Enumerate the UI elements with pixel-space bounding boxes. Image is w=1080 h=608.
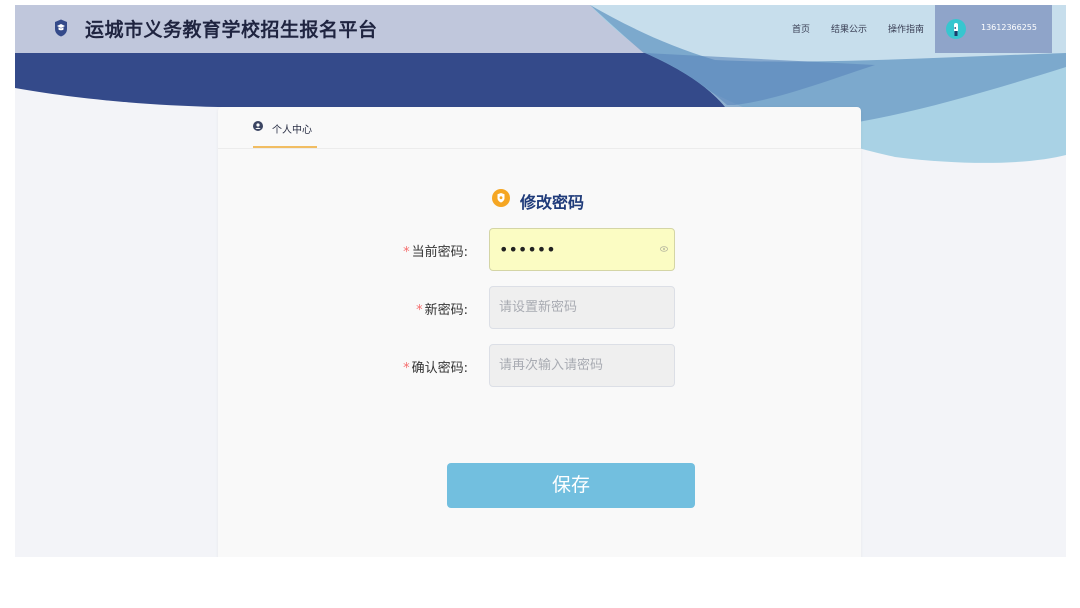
dark-blue-wave [15,53,725,107]
required-mark: * [403,245,410,260]
top-header: 运城市义务教育学校招生报名平台 首页 结果公示 操作指南 13612366255 [15,5,1066,53]
current-password-value: •••••• [499,240,556,259]
required-mark: * [416,303,423,318]
site-title: 运城市义务教育学校招生报名平台 [85,19,378,41]
confirm-password-label-text: 确认密码: [411,361,468,376]
graduation-cap-icon [55,19,67,37]
shield-icon [492,189,510,207]
save-button[interactable]: 保存 [447,463,695,508]
app-window: 运城市义务教育学校招生报名平台 首页 结果公示 操作指南 13612366255… [15,5,1066,557]
user-circle-icon [253,121,263,131]
current-password-label: * 当前密码: [403,241,468,260]
current-password-input[interactable]: •••••• [489,228,675,271]
user-menu[interactable]: 13612366255 [935,5,1052,53]
user-avatar-icon[interactable] [946,19,966,39]
personal-center-card: 个人中心 修改密码 * 当前密码: •••••• * 新密码: 请设置新密码 * 确认… [218,107,861,557]
nav-results[interactable]: 结果公示 [831,22,867,35]
confirm-password-placeholder: 请再次输入请密码 [499,358,604,373]
nav-home[interactable]: 首页 [792,22,810,35]
current-password-label-text: 当前密码: [411,245,468,260]
new-password-placeholder: 请设置新密码 [499,300,578,315]
new-password-label-text: 新密码: [424,303,468,318]
tab-divider [218,148,861,149]
tab-label: 个人中心 [272,125,312,136]
eye-icon[interactable] [660,246,668,252]
form-title: 修改密码 [520,193,585,212]
required-mark: * [403,361,410,376]
tab-personal-center[interactable]: 个人中心 [253,107,317,148]
confirm-password-label: * 确认密码: [403,357,468,376]
user-phone: 13612366255 [981,23,1037,32]
confirm-password-input[interactable]: 请再次输入请密码 [489,344,675,387]
nav-guide[interactable]: 操作指南 [888,22,924,35]
new-password-input[interactable]: 请设置新密码 [489,286,675,329]
new-password-label: * 新密码: [416,299,468,318]
